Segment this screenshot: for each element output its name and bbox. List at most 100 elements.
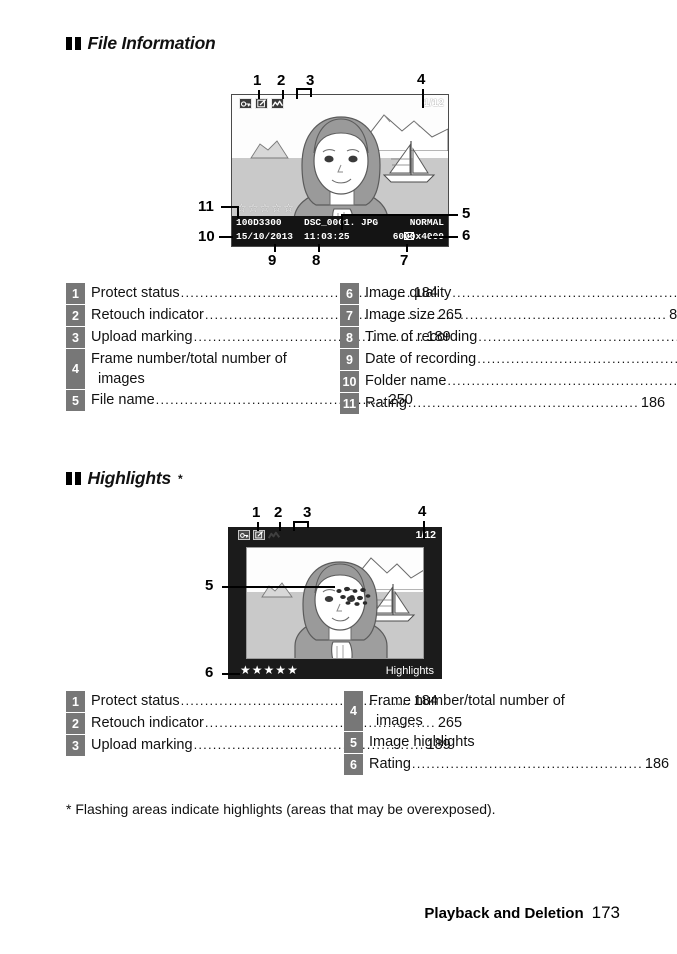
row-label: Protect status	[91, 285, 180, 301]
row-dots: ........................................…	[436, 307, 668, 322]
row-label: File name	[91, 392, 155, 408]
rating-stars-overlay: ★ ★ ★ ★ ★	[240, 664, 298, 676]
row-page: 186	[640, 395, 666, 411]
section-heading-highlights: Highlights *	[66, 468, 183, 489]
callout-1: 1	[253, 72, 262, 89]
row-number: 1	[66, 691, 85, 712]
row-number: 2	[66, 713, 85, 734]
callout-11: 11	[198, 198, 214, 215]
row-label: Retouch indicator	[91, 715, 204, 731]
callout-leader-4	[422, 89, 424, 108]
upload-marking-icon	[268, 530, 280, 540]
row-label: Upload marking	[91, 329, 193, 345]
row-number: 5	[66, 390, 85, 411]
row-label: Image quality	[365, 285, 452, 301]
callout-4: 4	[417, 71, 426, 88]
callout-leader-3c	[310, 88, 312, 97]
row-body: Image quality ..........................…	[359, 283, 677, 304]
row-dots: ........................................…	[477, 351, 677, 366]
callout-3: 3	[303, 504, 312, 521]
callout-leader-3a	[296, 88, 311, 90]
callout-leader-2	[282, 90, 284, 99]
page-footer: Playback and Deletion 173	[424, 903, 620, 923]
callout-leader-3b	[293, 521, 295, 531]
rating-star: ☆	[259, 201, 271, 215]
time-of-recording-value: 11:03:25	[304, 231, 350, 242]
callout-2: 2	[277, 72, 286, 89]
date-of-recording-value: 15/10/2013	[236, 231, 294, 242]
heading-bars-icon	[66, 472, 81, 485]
row-number: 7	[340, 305, 359, 326]
retouch-icon	[253, 530, 265, 540]
rating-star: ☆	[271, 201, 283, 215]
row-dots: ........................................…	[447, 373, 677, 388]
reference-table-left-2: 1 Protect status .......................…	[66, 691, 462, 757]
table-row: 6 Rating ...............................…	[344, 754, 669, 775]
monitor-indicator-row	[239, 98, 284, 109]
table-row: 9 Date of recording ....................…	[340, 349, 677, 370]
callout-10: 10	[198, 228, 215, 245]
section2-footnote: * Flashing areas indicate highlights (ar…	[66, 801, 496, 817]
table-row: 11 Rating ..............................…	[340, 393, 665, 414]
row-label: Rating	[365, 395, 407, 411]
row-label: Image size	[365, 307, 436, 323]
row-body: Image size .............................…	[359, 305, 677, 326]
row-body: Time of recording ......................…	[359, 327, 677, 348]
manual-page: File Information 1/12 ☆ ☆ ☆ ☆ ☆ 100D3300…	[0, 0, 677, 954]
row-label-cont: images	[376, 713, 423, 729]
row-number: 2	[66, 305, 85, 326]
table-row: 8 Time of recording ....................…	[340, 327, 677, 348]
callout-8: 8	[312, 252, 321, 269]
callout-leader-10	[219, 236, 233, 238]
heading-bars-icon	[66, 37, 81, 50]
table-row: 3 Upload marking .......................…	[66, 327, 451, 348]
row-body: Folder name ............................…	[359, 371, 677, 392]
row-label: Folder name	[365, 373, 447, 389]
section-heading-file-information: File Information	[66, 33, 216, 54]
info-bar-line-2: 15/10/2013 11:03:25 6000x4000	[232, 231, 448, 245]
row-number: 4	[344, 691, 363, 731]
row-label-cont: images	[98, 371, 145, 387]
row-number: 5	[344, 732, 363, 753]
row-number: 4	[66, 349, 85, 389]
row-label: Protect status	[91, 693, 180, 709]
highlights-label: Highlights	[385, 665, 434, 677]
row-page: 87	[669, 307, 677, 323]
rating-star: ★	[263, 663, 275, 677]
monitor-info-bar: 100D3300 DSC_0001. JPG NORMAL 15/10/2013…	[232, 216, 448, 246]
row-dots: ........................................…	[452, 285, 677, 300]
table-row: 10 Folder name .........................…	[340, 371, 677, 392]
row-body: Frame number/total number of images	[363, 691, 616, 731]
callout-7: 7	[400, 252, 409, 269]
table-row: 5 Image highlights	[344, 732, 616, 753]
callout-leader-1	[257, 522, 259, 531]
table-row: 2 Retouch indicator ....................…	[66, 713, 462, 734]
callout-leader-6	[222, 673, 240, 675]
reference-table-right-1: 6 Image quality ........................…	[340, 283, 677, 415]
callout-leader-3c	[307, 521, 309, 528]
row-body: Image highlights	[363, 732, 616, 753]
table-row: 5 File name ............................…	[66, 390, 413, 411]
row-body: Rating .................................…	[363, 754, 669, 775]
callout-leader-6	[430, 236, 458, 238]
callout-leader-4	[423, 521, 425, 539]
upload-marking-icon	[271, 98, 284, 109]
rating-star: ☆	[283, 201, 294, 215]
callout-leader-5	[222, 586, 335, 588]
camera-monitor-file-info: 1/12 ☆ ☆ ☆ ☆ ☆ 100D3300 DSC_0001. JPG NO…	[231, 94, 449, 247]
rating-star: ★	[287, 663, 298, 677]
callout-leader-5v	[341, 214, 343, 230]
callout-leader-8	[318, 244, 320, 252]
callout-6: 6	[462, 227, 471, 244]
row-label: Frame number/total number of	[91, 351, 287, 367]
row-label: Rating	[369, 756, 411, 772]
protect-key-icon	[238, 530, 250, 540]
image-quality-value: NORMAL	[409, 217, 444, 228]
callout-2: 2	[274, 504, 283, 521]
reference-table-left-1: 1 Protect status .......................…	[66, 283, 462, 412]
callout-leader-2	[279, 522, 281, 531]
callout-6: 6	[205, 664, 214, 681]
table-row: 1 Protect status .......................…	[66, 691, 438, 712]
rating-star: ★	[275, 663, 287, 677]
highlight-flashing-dots	[333, 586, 379, 608]
